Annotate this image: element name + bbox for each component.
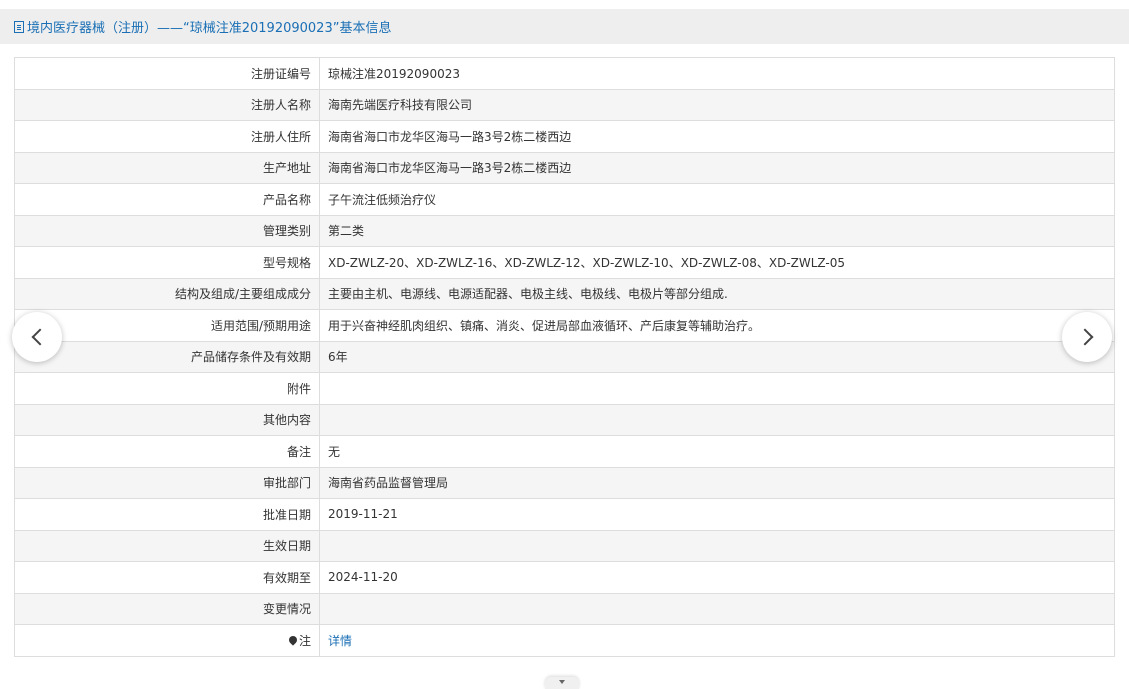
table-row-note: 注 详情 [14, 624, 1115, 657]
row-label: 生产地址 [14, 151, 320, 184]
row-label: 注册人住所 [14, 120, 320, 153]
row-value: 详情 [319, 624, 1115, 657]
row-label: 管理类别 [14, 214, 320, 247]
table-row: 产品名称 子午流注低频治疗仪 [14, 183, 1115, 216]
table-row: 产品储存条件及有效期 6年 [14, 340, 1115, 373]
row-label: 生效日期 [14, 529, 320, 562]
row-value: 2024-11-20 [319, 561, 1115, 594]
row-value: 海南省海口市龙华区海马一路3号2栋二楼西边 [319, 120, 1115, 153]
table-row: 有效期至 2024-11-20 [14, 561, 1115, 594]
table-row: 注册人名称 海南先端医疗科技有限公司 [14, 88, 1115, 121]
row-label: 产品名称 [14, 183, 320, 216]
note-label: 注 [298, 633, 311, 648]
row-label: 变更情况 [14, 592, 320, 625]
row-value [319, 529, 1115, 562]
row-value [319, 372, 1115, 405]
row-value: 主要由主机、电源线、电源适配器、电极主线、电极线、电极片等部分组成. [319, 277, 1115, 310]
row-label: 批准日期 [14, 498, 320, 531]
row-value [319, 403, 1115, 436]
row-value: 用于兴奋神经肌肉组织、镇痛、消炎、促进局部血液循环、产后康复等辅助治疗。 [319, 309, 1115, 342]
row-label: 结构及组成/主要组成成分 [14, 277, 320, 310]
row-label: 有效期至 [14, 561, 320, 594]
table-row: 型号规格 XD-ZWLZ-20、XD-ZWLZ-16、XD-ZWLZ-12、XD-… [14, 246, 1115, 279]
caret-down-icon [559, 680, 565, 684]
top-strip [0, 0, 1129, 9]
table-row: 附件 [14, 372, 1115, 405]
next-button[interactable] [1062, 312, 1112, 362]
table-row: 注册证编号 琼械注准20192090023 [14, 57, 1115, 90]
row-value [319, 592, 1115, 625]
table-row: 生效日期 [14, 529, 1115, 562]
row-value: 无 [319, 435, 1115, 468]
prev-button[interactable] [12, 312, 62, 362]
table-row: 管理类别 第二类 [14, 214, 1115, 247]
row-value: 2019-11-21 [319, 498, 1115, 531]
table-row: 生产地址 海南省海口市龙华区海马一路3号2栋二楼西边 [14, 151, 1115, 184]
page-title: 境内医疗器械（注册）——“琼械注准20192090023”基本信息 [27, 21, 392, 36]
document-icon [14, 20, 24, 33]
title-bar: 境内医疗器械（注册）——“琼械注准20192090023”基本信息 [0, 9, 1129, 44]
row-label: 其他内容 [14, 403, 320, 436]
row-label: 备注 [14, 435, 320, 468]
row-value: 海南先端医疗科技有限公司 [319, 88, 1115, 121]
row-value: 琼械注准20192090023 [319, 57, 1115, 90]
row-value: 第二类 [319, 214, 1115, 247]
row-label: 注册人名称 [14, 88, 320, 121]
table-row: 批准日期 2019-11-21 [14, 498, 1115, 531]
row-value: 6年 [319, 340, 1115, 373]
chevron-left-icon [31, 328, 48, 346]
table-row: 备注无 [14, 435, 1115, 468]
row-value: 海南省药品监督管理局 [319, 466, 1115, 499]
row-value: XD-ZWLZ-20、XD-ZWLZ-16、XD-ZWLZ-12、XD-ZWLZ… [319, 246, 1115, 279]
row-label: 附件 [14, 372, 320, 405]
table-row: 注册人住所 海南省海口市龙华区海马一路3号2栋二楼西边 [14, 120, 1115, 153]
row-label: 注 [14, 624, 320, 657]
info-table-body: 注册证编号 琼械注准20192090023 注册人名称 海南先端医疗科技有限公司 注册人… [14, 57, 1115, 657]
row-label: 型号规格 [14, 246, 320, 279]
row-label: 注册证编号 [14, 57, 320, 90]
row-label: 审批部门 [14, 466, 320, 499]
table-row: 审批部门 海南省药品监督管理局 [14, 466, 1115, 499]
table-row: 适用范围/预期用途 用于兴奋神经肌肉组织、镇痛、消炎、促进局部血液循环、产后康复等… [14, 309, 1115, 342]
pin-icon [287, 634, 299, 646]
details-link[interactable]: 详情 [328, 634, 352, 648]
row-value: 海南省海口市龙华区海马一路3号2栋二楼西边 [319, 151, 1115, 184]
table-row: 结构及组成/主要组成成分 主要由主机、电源线、电源适配器、电极主线、电极线、电极片… [14, 277, 1115, 310]
table-row: 其他内容 [14, 403, 1115, 436]
info-table: 注册证编号 琼械注准20192090023 注册人名称 海南先端医疗科技有限公司 注册人… [14, 57, 1115, 657]
table-row: 变更情况 [14, 592, 1115, 625]
scroll-down-tab[interactable] [545, 677, 579, 689]
chevron-right-icon [1076, 328, 1093, 346]
row-value: 子午流注低频治疗仪 [319, 183, 1115, 216]
